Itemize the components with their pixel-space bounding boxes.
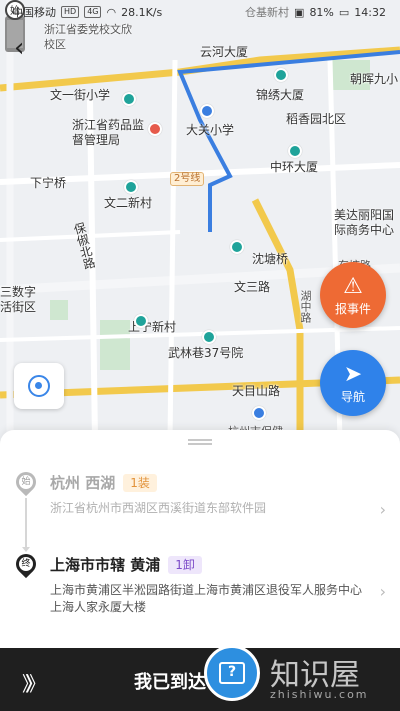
status-center-text: 仓基新村 <box>245 6 290 19</box>
poi-marker[interactable] <box>148 122 162 136</box>
destination-address: 上海市黄浦区半淞园路街道上海市黄浦区退役军人服务中心上海人家永厦大楼 <box>50 583 363 614</box>
wifi-icon: ◠ <box>106 5 117 19</box>
back-button[interactable]: ‹ <box>14 35 34 61</box>
paper-plane-icon: ➤ <box>343 361 363 387</box>
carrier-label: 中国移动 <box>12 6 56 19</box>
locate-icon <box>28 375 50 397</box>
metro-line-badge: 2号线 <box>170 172 205 186</box>
map-label: 浙江省药品监督管理局 <box>72 118 145 147</box>
map-label: 文二新村 <box>104 196 153 210</box>
poi-marker[interactable] <box>288 144 302 158</box>
slide-arrows-icon[interactable]: 》》 <box>22 668 46 697</box>
map-label: 稻香园北区 <box>286 112 347 126</box>
map-label: 三数字活街区 <box>0 285 37 314</box>
poi-marker[interactable] <box>124 180 138 194</box>
watermark-logo-icon: ? <box>204 645 260 701</box>
report-event-button[interactable]: ⚠ 报事件 <box>320 262 386 328</box>
poi-marker[interactable] <box>230 240 244 254</box>
origin-title: 杭州 西湖 <box>50 474 116 492</box>
map-label: 浙江省委党校文欣校区 <box>44 23 132 51</box>
arrive-label: 我已到达 <box>134 672 206 693</box>
nfc-icon: ▣ <box>294 5 305 19</box>
route-sheet: 始 杭州 西湖 1装 浙江省杭州市西湖区西溪街道东部软件园 › 终 上海市市辖 … <box>0 430 400 650</box>
battery-percent: 81% <box>309 5 334 19</box>
map-label: 武林巷37号院 <box>168 346 244 360</box>
chevron-right-icon: › <box>379 500 386 519</box>
report-event-label: 报事件 <box>334 301 371 316</box>
map-label: 湖中路 <box>299 290 312 323</box>
map-label: 文三路 <box>234 280 271 294</box>
origin-pin-icon: 始 <box>11 467 41 497</box>
warning-icon: ⚠ <box>343 273 363 299</box>
destination-title: 上海市市辖 黄浦 <box>50 556 161 574</box>
map-label: 大关小学 <box>186 123 235 137</box>
map-label: 文一街小学 <box>50 88 111 102</box>
watermark-url: zhishiwu.com <box>270 688 369 701</box>
map-label: 下宁桥 <box>30 176 67 190</box>
clock: 14:32 <box>354 5 386 19</box>
locate-button[interactable] <box>14 363 64 409</box>
status-bar: 中国移动 HD 4G ◠ 28.1K/s 仓基新村 ▣ 81% ▭ 14:32 <box>0 0 400 24</box>
chevron-right-icon: › <box>379 582 386 601</box>
map-label: 朝晖九小 <box>350 72 399 86</box>
load-tag: 1装 <box>123 473 157 492</box>
sheet-grabber[interactable] <box>188 439 212 445</box>
poi-marker[interactable] <box>200 104 214 118</box>
network-badge: 4G <box>84 6 102 18</box>
destination-pin-icon: 终 <box>11 549 41 579</box>
route-connector <box>22 498 30 552</box>
poi-marker[interactable] <box>252 406 266 420</box>
unload-tag: 1卸 <box>168 555 202 574</box>
net-speed: 28.1K/s <box>121 5 163 19</box>
map-label: 天目山路 <box>232 384 281 398</box>
poi-marker[interactable] <box>134 314 148 328</box>
origin-address: 浙江省杭州市西湖区西溪街道东部软件园 <box>50 501 267 515</box>
battery-icon: ▭ <box>338 5 350 19</box>
map-label: 沈塘桥 <box>252 252 289 266</box>
poi-marker[interactable] <box>274 68 288 82</box>
navigate-label: 导航 <box>340 389 365 404</box>
map-label: 美达丽阳国际商务中心 <box>334 208 395 237</box>
hd-badge: HD <box>61 6 80 18</box>
poi-marker[interactable] <box>202 330 216 344</box>
map-label: 云河大厦 <box>200 45 249 59</box>
poi-marker[interactable] <box>122 92 136 106</box>
map-label: 中环大厦 <box>270 160 319 174</box>
navigate-button[interactable]: ➤ 导航 <box>320 350 386 416</box>
map-label: 锦绣大厦 <box>256 88 305 102</box>
